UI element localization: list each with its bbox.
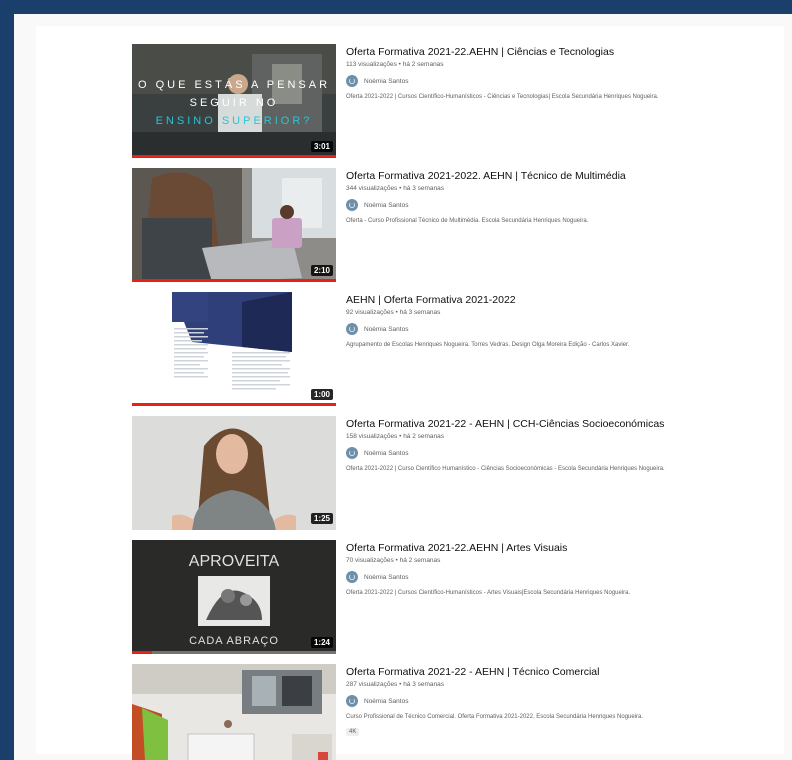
- thumbnail-image: [132, 168, 336, 282]
- video-row[interactable]: 1:25 Oferta Formativa 2021-22 - AEHN | C…: [132, 416, 772, 532]
- channel-name[interactable]: Noémia Santos: [364, 450, 408, 457]
- video-thumbnail[interactable]: 2:10: [132, 168, 336, 282]
- channel-avatar[interactable]: [346, 571, 358, 583]
- thumb-text-line-3: ENSINO SUPERIOR?: [156, 115, 313, 127]
- video-description: Oferta 2021-2022 | Cursos Científico-Hum…: [346, 590, 631, 596]
- thumb-text-line-1: APROVEITA: [189, 553, 280, 570]
- thumbnail-image: APROVEITA CADA ABRAÇO: [132, 540, 336, 654]
- quality-badge: 4K: [346, 728, 360, 736]
- channel-info[interactable]: Noémia Santos: [346, 446, 766, 460]
- video-duration: 1:24: [310, 637, 333, 648]
- channel-avatar[interactable]: [346, 75, 358, 87]
- video-description: Curso Profissional de Técnico Comercial.…: [346, 714, 644, 720]
- watch-progress: [132, 155, 336, 158]
- channel-name[interactable]: Noémia Santos: [364, 202, 408, 209]
- channel-avatar[interactable]: [346, 323, 358, 335]
- video-row[interactable]: APROVEITA CADA ABRAÇO 1:24 Oferta Format…: [132, 540, 772, 656]
- watch-progress-fill: [132, 279, 336, 282]
- video-list-panel: O QUE ESTÁS A PENSAR SEGUIR NO ENSINO SU…: [36, 26, 784, 760]
- video-row[interactable]: O QUE ESTÁS A PENSAR SEGUIR NO ENSINO SU…: [132, 44, 772, 160]
- video-meta: Oferta Formativa 2021-22 - AEHN | Técnic…: [346, 666, 766, 738]
- video-meta: Oferta Formativa 2021-22.AEHN | Artes Vi…: [346, 542, 766, 596]
- video-duration: 1:25: [310, 513, 333, 524]
- thumbnail-image: [132, 416, 336, 530]
- video-title[interactable]: Oferta Formativa 2021-22.AEHN | Ciências…: [346, 46, 766, 59]
- video-duration: 1:00: [310, 389, 333, 400]
- video-stats: 92 visualizações • há 3 semanas: [346, 309, 441, 316]
- video-meta: Oferta Formativa 2021-22.AEHN | Ciências…: [346, 46, 766, 100]
- video-description: Oferta 2021-2022 | Curso Científico Huma…: [346, 466, 665, 472]
- video-duration: 2:10: [310, 265, 333, 276]
- page-frame: O QUE ESTÁS A PENSAR SEGUIR NO ENSINO SU…: [14, 14, 792, 760]
- video-stats: 158 visualizações • há 2 semanas: [346, 433, 445, 440]
- thumbnail-image: [132, 664, 336, 760]
- video-thumbnail[interactable]: 1:25: [132, 416, 336, 530]
- video-stats: 287 visualizações • há 3 semanas: [346, 681, 445, 688]
- video-stats: 113 visualizações • há 2 semanas: [346, 61, 444, 68]
- channel-name[interactable]: Noémia Santos: [364, 326, 408, 333]
- channel-name[interactable]: Noémia Santos: [364, 698, 408, 705]
- video-meta: AEHN | Oferta Formativa 2021-2022 92 vis…: [346, 294, 766, 348]
- watch-progress: [132, 403, 336, 406]
- channel-info[interactable]: Noémia Santos: [346, 74, 766, 88]
- video-meta: Oferta Formativa 2021-2022. AEHN | Técni…: [346, 170, 766, 224]
- video-row[interactable]: Oferta Formativa 2021-22 - AEHN | Técnic…: [132, 664, 772, 760]
- video-description: Oferta 2021-2022 | Cursos Científico-Hum…: [346, 94, 659, 100]
- video-title[interactable]: Oferta Formativa 2021-2022. AEHN | Técni…: [346, 170, 766, 183]
- video-row[interactable]: 1:00 AEHN | Oferta Formativa 2021-2022 9…: [132, 292, 772, 408]
- video-title[interactable]: AEHN | Oferta Formativa 2021-2022: [346, 294, 766, 307]
- watch-progress-fill: [132, 651, 153, 654]
- video-title[interactable]: Oferta Formativa 2021-22.AEHN | Artes Vi…: [346, 542, 766, 555]
- channel-info[interactable]: Noémia Santos: [346, 198, 766, 212]
- channel-avatar[interactable]: [346, 447, 358, 459]
- video-stats: 344 visualizações • há 3 semanas: [346, 185, 445, 192]
- thumb-text-line-1: O QUE ESTÁS A PENSAR: [138, 78, 330, 91]
- channel-name[interactable]: Noémia Santos: [364, 78, 408, 85]
- watch-progress-fill: [132, 155, 336, 158]
- video-stats: 70 visualizações • há 2 semanas: [346, 557, 441, 564]
- watch-progress: [132, 279, 336, 282]
- channel-avatar[interactable]: [346, 695, 358, 707]
- video-description: Oferta - Curso Profissional Técnico de M…: [346, 218, 589, 224]
- thumb-text-line-2: SEGUIR NO: [190, 97, 279, 109]
- channel-info[interactable]: Noémia Santos: [346, 570, 766, 584]
- channel-info[interactable]: Noémia Santos: [346, 322, 766, 336]
- channel-info[interactable]: Noémia Santos: [346, 694, 766, 708]
- channel-avatar[interactable]: [346, 199, 358, 211]
- video-meta: Oferta Formativa 2021-22 - AEHN | CCH-Ci…: [346, 418, 766, 472]
- thumbnail-image: O QUE ESTÁS A PENSAR SEGUIR NO ENSINO SU…: [132, 44, 336, 158]
- thumbnail-image: [132, 292, 336, 406]
- channel-name[interactable]: Noémia Santos: [364, 574, 408, 581]
- watch-progress: [132, 651, 336, 654]
- video-thumbnail[interactable]: [132, 664, 336, 760]
- video-thumbnail[interactable]: O QUE ESTÁS A PENSAR SEGUIR NO ENSINO SU…: [132, 44, 336, 158]
- video-duration: 3:01: [310, 141, 333, 152]
- video-title[interactable]: Oferta Formativa 2021-22 - AEHN | Técnic…: [346, 666, 766, 679]
- video-thumbnail[interactable]: 1:00: [132, 292, 336, 406]
- video-row[interactable]: 2:10 Oferta Formativa 2021-2022. AEHN | …: [132, 168, 772, 284]
- video-thumbnail[interactable]: APROVEITA CADA ABRAÇO 1:24: [132, 540, 336, 654]
- watch-progress-fill: [132, 403, 336, 406]
- video-title[interactable]: Oferta Formativa 2021-22 - AEHN | CCH-Ci…: [346, 418, 766, 431]
- thumb-text-line-2: CADA ABRAÇO: [189, 635, 279, 647]
- video-description: Agrupamento de Escolas Henriques Nogueir…: [346, 342, 630, 348]
